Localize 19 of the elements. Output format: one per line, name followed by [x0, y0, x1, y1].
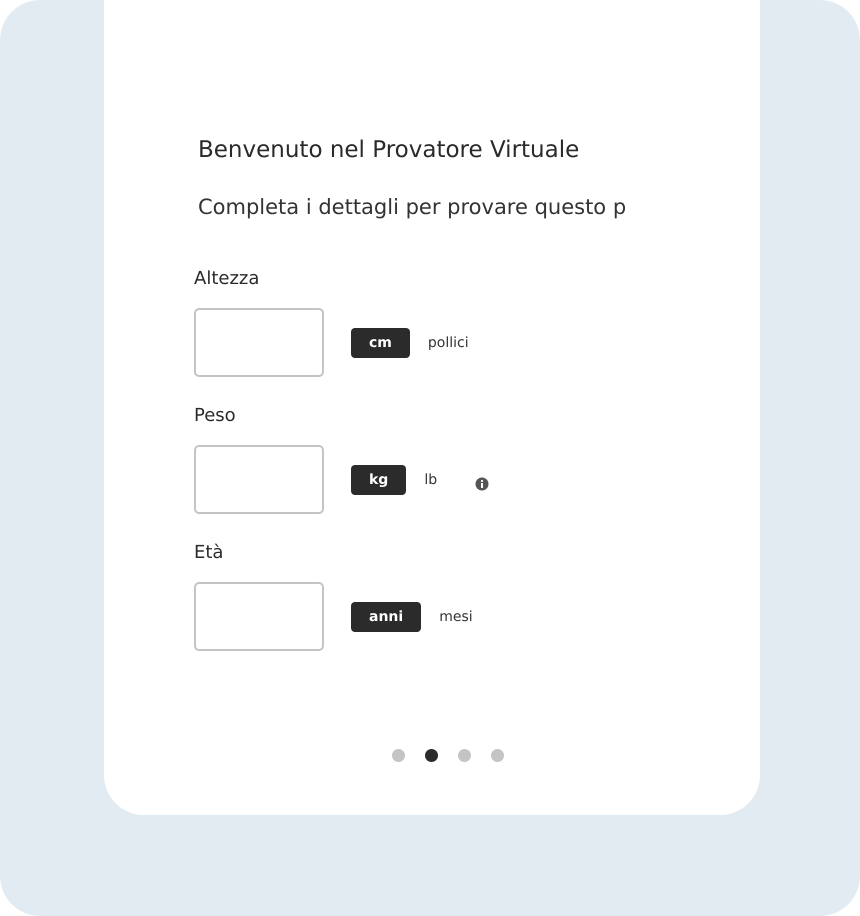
pager-dot[interactable] [392, 749, 405, 762]
input-field[interactable] [194, 308, 324, 377]
input-field[interactable] [194, 582, 324, 651]
unit-toggle[interactable]: cm [351, 328, 410, 358]
unit-toggle[interactable]: mesi [421, 602, 491, 632]
info-icon[interactable] [475, 476, 490, 490]
field-label: Peso [194, 404, 236, 428]
input-field[interactable] [194, 445, 324, 514]
unit-toggle[interactable]: lb [406, 464, 456, 494]
field-label: Età [194, 541, 224, 565]
pager-dot[interactable] [491, 749, 504, 762]
welcome-title: Benvenuto nel Provatore Virtuale [198, 136, 580, 165]
pager-dot[interactable] [425, 749, 438, 762]
unit-toggle[interactable]: kg [351, 464, 406, 494]
unit-toggle[interactable]: anni [351, 602, 422, 632]
pager-dot[interactable] [458, 749, 471, 762]
subtitle: Completa i dettagli per provare questo p [198, 194, 626, 221]
field-label: Altezza [194, 267, 260, 291]
unit-toggle[interactable]: pollici [410, 328, 487, 358]
